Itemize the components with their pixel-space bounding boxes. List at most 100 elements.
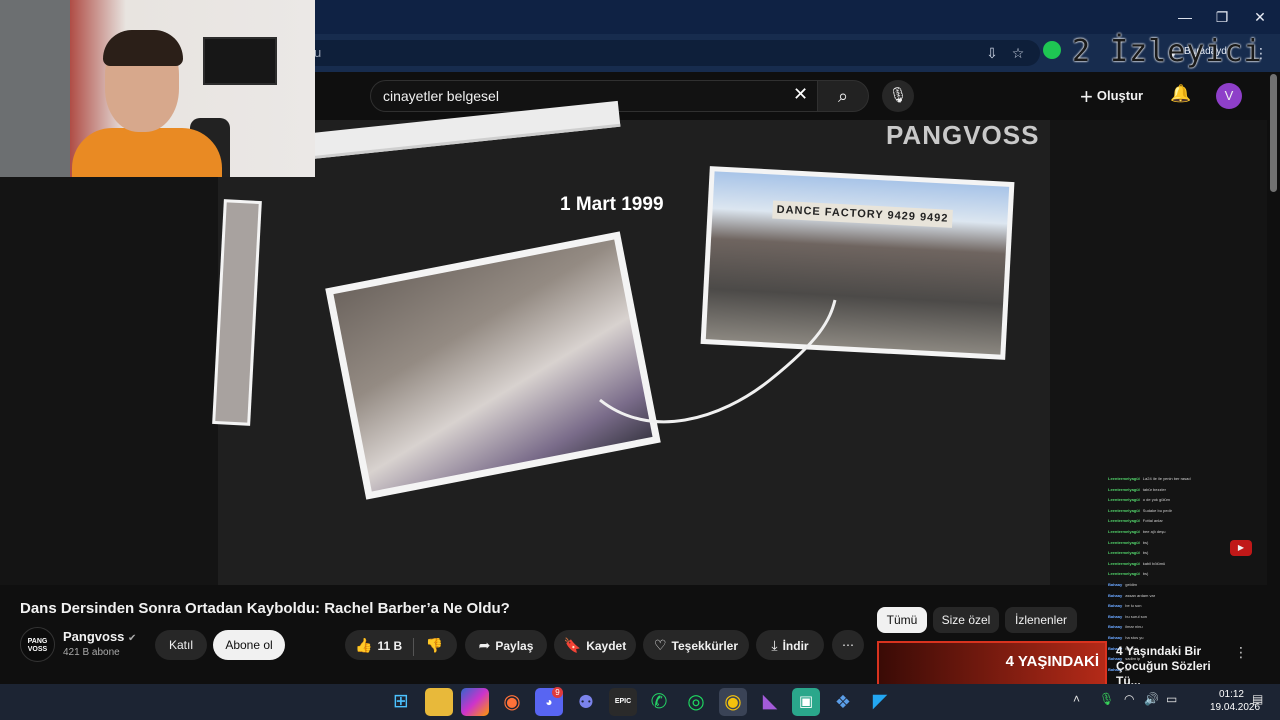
download-button[interactable]: ⤓ İndir	[756, 630, 824, 660]
dislike-icon[interactable]: 👎	[426, 637, 443, 653]
video-date-caption: 1 Mart 1999	[560, 194, 664, 215]
channel-logo[interactable]: PANG VOSS	[20, 627, 55, 662]
notifications-bell-icon[interactable]: 🔔	[1170, 84, 1192, 108]
chat-username: Leentermelyagül	[1108, 497, 1140, 503]
join-button[interactable]: Katıl	[155, 630, 207, 660]
kodi-icon[interactable]: ❖	[829, 688, 857, 716]
chrome-icon[interactable]: ◉	[719, 688, 747, 716]
app-store-icon[interactable]: ▣	[792, 688, 820, 716]
avatar[interactable]: V	[1216, 83, 1242, 109]
vscode-icon[interactable]: ◤	[866, 688, 894, 716]
bookmark-star-icon[interactable]: ☆	[1009, 44, 1027, 62]
chat-message: Leentermelyagül o de yok gülüm	[1108, 495, 1266, 506]
chat-username: Leentermelyagül	[1108, 486, 1140, 492]
search-icon: ⌕	[837, 86, 849, 106]
minimize-button[interactable]: —	[1174, 6, 1196, 28]
create-button[interactable]: + Oluştur	[1080, 84, 1143, 108]
webcam-person-shirt	[72, 128, 222, 177]
voice-search-button[interactable]: 🎙	[882, 80, 914, 112]
notifications-icon[interactable]: ▤	[1252, 692, 1263, 706]
chat-text: ilmar ninu	[1125, 624, 1143, 630]
address-bar[interactable]: u	[300, 40, 1040, 66]
clear-search-icon[interactable]: ✕	[793, 84, 808, 105]
chat-text: tabür bezzler	[1142, 486, 1166, 492]
visual-studio-icon[interactable]: ◣	[756, 688, 784, 716]
chat-message: Leentermelyagül kabil bölümü	[1108, 559, 1266, 570]
chat-username: Leentermelyagül	[1108, 528, 1140, 534]
like-icon[interactable]: 👍	[355, 637, 372, 653]
volume-icon[interactable]: 🔊	[1144, 692, 1159, 706]
tray-mic-icon[interactable]: 🎙	[1099, 692, 1114, 706]
video-watermark: PANGVOSS	[886, 120, 1040, 150]
teams-icon[interactable]: ⚉	[572, 688, 600, 716]
save-button[interactable]: 🔖 Kaydet	[554, 630, 636, 660]
wifi-icon[interactable]: ◠	[1124, 692, 1134, 706]
webcam-shelf	[0, 0, 70, 177]
epic-games-icon[interactable]: EPIC	[609, 688, 637, 716]
battery-icon[interactable]: ▭	[1166, 692, 1177, 706]
share-icon: ➦	[478, 637, 491, 653]
chat-message: Leentermelyagül bee ajlı deşu	[1108, 527, 1266, 538]
like-count[interactable]: 11 B	[377, 639, 402, 653]
whatsapp-icon[interactable]: ✆	[645, 688, 673, 716]
chip-all[interactable]: Tümü	[877, 607, 927, 633]
chip-for-you[interactable]: Size özel	[933, 607, 999, 633]
chat-text: bs)	[1142, 571, 1149, 577]
chat-username: Leentermelyagül	[1108, 476, 1140, 481]
tray-expand-icon[interactable]: ˄	[1073, 692, 1080, 706]
channel-name[interactable]: Pangvoss ✔	[63, 629, 136, 644]
subscribe-button[interactable]: Abone ol	[213, 630, 285, 660]
chat-username: Leentermelyagül	[1108, 571, 1140, 577]
chat-username: Bahaay	[1108, 592, 1123, 598]
subscriber-count: 421 B abone	[63, 647, 120, 658]
recommended-thumbnail[interactable]: 4 YAŞINDAKİ	[877, 641, 1107, 686]
like-dislike-group: 👍 11 B 👎	[345, 630, 457, 660]
maximize-button[interactable]: ❐	[1211, 6, 1233, 28]
windows-start-icon[interactable]: ⊞	[387, 688, 415, 716]
install-app-icon[interactable]: ⇩	[983, 44, 1001, 62]
thanks-button[interactable]: ♡ Teşekkürler	[643, 630, 749, 660]
connector-line	[599, 299, 837, 424]
copilot-icon[interactable]	[461, 688, 489, 716]
chat-message: Leentermelyagül tabür bezzler	[1108, 485, 1266, 496]
chat-username: Bahaay	[1108, 613, 1123, 619]
search-button[interactable]: ⌕	[817, 80, 869, 112]
close-window-button[interactable]: ✕	[1249, 6, 1271, 28]
shop-sign: DANCE FACTORY 9429 9492	[772, 200, 953, 228]
extension-icon[interactable]	[1043, 41, 1061, 59]
chat-message: Bahaay ha stos yu	[1108, 633, 1266, 644]
chat-username: Leentermelyagül	[1108, 560, 1140, 566]
chat-message: Leentermelyagül Fottal anlar	[1108, 516, 1266, 527]
chat-text: La24 ile ile yenin ber rasad	[1142, 476, 1191, 481]
share-button[interactable]: ➦ Paylaş	[465, 630, 547, 660]
chip-watched[interactable]: İzlenenler	[1005, 607, 1077, 633]
chat-username: Bahaay	[1108, 581, 1123, 587]
spotify-icon[interactable]: ◎	[682, 688, 710, 716]
chat-text: bee ajlı deşu	[1142, 528, 1166, 534]
chat-text: Fottal anlar	[1142, 518, 1163, 524]
chat-text: bs)	[1142, 550, 1149, 556]
chat-text: bu surul son	[1125, 613, 1148, 619]
chat-text: Sudake bu pedir	[1142, 507, 1172, 513]
chat-message: Leentermelyagül La24 ile ile yenin ber ra…	[1108, 474, 1266, 485]
bookmark-icon: 🔖	[563, 637, 582, 653]
youtube-logo-icon: ▶	[1230, 540, 1252, 556]
file-explorer-icon[interactable]	[425, 688, 453, 716]
thanks-icon: ♡	[653, 637, 667, 653]
taskbar-clock[interactable]: 01:12 19.04.2026	[1210, 688, 1260, 714]
chat-username: Leentermelyagül	[1108, 518, 1140, 524]
page-scrollbar[interactable]	[1270, 74, 1277, 192]
viewer-count-overlay: 2 İzleyici	[1072, 34, 1263, 69]
chat-message: Bahaay geldim	[1108, 580, 1266, 591]
discord-badge: 9	[552, 687, 563, 698]
chat-username: Leentermelyagül	[1108, 507, 1140, 513]
chat-username: Bahaay	[1108, 634, 1123, 640]
chat-message: Bahaay assan ardam var	[1108, 591, 1266, 602]
recommended-title[interactable]: 4 Yaşındaki Bir Çocuğun Sözleri Tü...	[1116, 644, 1236, 689]
chat-text: kabil bölümü	[1142, 560, 1166, 566]
more-actions-button[interactable]: ⋯	[832, 630, 864, 660]
mic-icon: 🎙	[888, 87, 908, 104]
firefox-icon[interactable]: ◉	[498, 688, 526, 716]
recommended-menu-icon[interactable]: ⋮	[1234, 644, 1248, 661]
plus-icon: +	[1080, 83, 1093, 109]
